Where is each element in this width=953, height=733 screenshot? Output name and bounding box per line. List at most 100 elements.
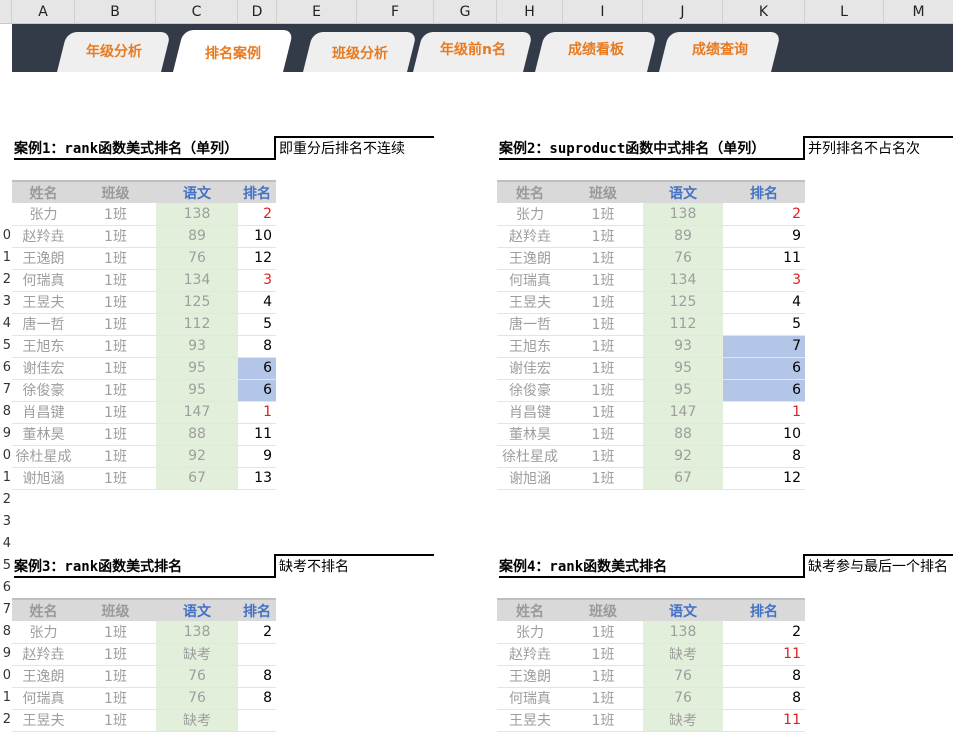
student-name-cell[interactable]: 何瑞真 (497, 269, 563, 292)
column-header[interactable]: H (497, 0, 563, 24)
row-number[interactable]: 3 (0, 511, 11, 533)
tab-score-query-label[interactable]: 成绩查询 (664, 30, 776, 70)
row-number[interactable]: 3 (0, 291, 11, 313)
class-cell[interactable]: 1班 (75, 313, 156, 336)
chinese-score-cell[interactable]: 89 (643, 225, 723, 248)
class-cell[interactable]: 1班 (75, 357, 156, 380)
chinese-score-cell[interactable]: 缺考 (156, 709, 238, 732)
student-name-cell[interactable]: 张力 (497, 621, 563, 644)
class-cell[interactable]: 1班 (75, 269, 156, 292)
column-header[interactable]: I (563, 0, 643, 24)
student-name-cell[interactable]: 王逸朗 (12, 665, 75, 688)
select-all-corner[interactable] (0, 0, 12, 24)
header-class[interactable]: 班级 (75, 180, 156, 203)
column-header[interactable]: F (357, 0, 434, 24)
class-cell[interactable]: 1班 (563, 401, 643, 424)
class-cell[interactable]: 1班 (563, 709, 643, 732)
chinese-score-cell[interactable]: 95 (156, 379, 238, 402)
student-name-cell[interactable]: 谢佳宏 (497, 357, 563, 380)
class-cell[interactable]: 1班 (75, 709, 156, 732)
chinese-score-cell[interactable]: 147 (643, 401, 723, 424)
row-number[interactable]: 8 (0, 401, 11, 423)
chinese-score-cell[interactable]: 92 (643, 445, 723, 468)
student-name-cell[interactable]: 张力 (12, 621, 75, 644)
class-cell[interactable]: 1班 (563, 621, 643, 644)
rank-cell[interactable]: 8 (723, 665, 805, 688)
column-header[interactable]: K (723, 0, 805, 24)
chinese-score-cell[interactable]: 92 (156, 445, 238, 468)
class-cell[interactable]: 1班 (563, 247, 643, 270)
student-name-cell[interactable]: 谢旭涵 (12, 467, 75, 490)
student-name-cell[interactable]: 王昱夫 (497, 291, 563, 314)
rank-cell[interactable]: 4 (723, 291, 805, 314)
chinese-score-cell[interactable]: 112 (156, 313, 238, 336)
row-number[interactable]: 1 (0, 687, 11, 709)
chinese-score-cell[interactable]: 95 (156, 357, 238, 380)
student-name-cell[interactable]: 赵羚垚 (497, 643, 563, 666)
class-cell[interactable]: 1班 (75, 247, 156, 270)
header-name[interactable]: 姓名 (12, 598, 75, 621)
class-cell[interactable]: 1班 (75, 621, 156, 644)
chinese-score-cell[interactable]: 89 (156, 225, 238, 248)
chinese-score-cell[interactable]: 112 (643, 313, 723, 336)
chinese-score-cell[interactable]: 93 (643, 335, 723, 358)
class-cell[interactable]: 1班 (563, 379, 643, 402)
row-number[interactable]: 9 (0, 423, 11, 445)
class-cell[interactable]: 1班 (563, 269, 643, 292)
class-cell[interactable]: 1班 (75, 445, 156, 468)
student-name-cell[interactable]: 何瑞真 (497, 687, 563, 710)
row-number[interactable]: 1 (0, 247, 11, 269)
column-header[interactable]: J (643, 0, 723, 24)
class-cell[interactable]: 1班 (75, 687, 156, 710)
student-name-cell[interactable]: 何瑞真 (12, 687, 75, 710)
column-header[interactable]: E (277, 0, 357, 24)
rank-cell[interactable] (238, 709, 276, 732)
row-number[interactable]: 2 (0, 489, 11, 511)
chinese-score-cell[interactable]: 134 (643, 269, 723, 292)
header-rank[interactable]: 排名 (238, 180, 276, 203)
class-cell[interactable]: 1班 (563, 445, 643, 468)
row-number[interactable]: 5 (0, 335, 11, 357)
header-rank[interactable]: 排名 (238, 598, 276, 621)
rank-cell[interactable]: 10 (723, 423, 805, 446)
student-name-cell[interactable]: 谢佳宏 (12, 357, 75, 380)
rank-cell[interactable]: 3 (723, 269, 805, 292)
rank-cell[interactable]: 2 (238, 621, 276, 644)
student-name-cell[interactable]: 徐杜星成 (497, 445, 563, 468)
class-cell[interactable]: 1班 (563, 687, 643, 710)
rank-cell[interactable]: 12 (723, 467, 805, 490)
rank-cell[interactable]: 3 (238, 269, 276, 292)
chinese-score-cell[interactable]: 138 (643, 203, 723, 226)
rank-cell[interactable]: 9 (238, 445, 276, 468)
chinese-score-cell[interactable]: 76 (156, 665, 238, 688)
rank-cell[interactable]: 11 (723, 643, 805, 666)
rank-cell[interactable]: 2 (723, 621, 805, 644)
chinese-score-cell[interactable]: 95 (643, 379, 723, 402)
header-name[interactable]: 姓名 (12, 180, 75, 203)
header-class[interactable]: 班级 (75, 598, 156, 621)
class-cell[interactable]: 1班 (563, 467, 643, 490)
class-cell[interactable]: 1班 (75, 423, 156, 446)
rank-cell[interactable]: 10 (238, 225, 276, 248)
tab-class-analysis-label[interactable]: 班级分析 (308, 34, 412, 74)
class-cell[interactable]: 1班 (563, 665, 643, 688)
rank-cell[interactable]: 4 (238, 291, 276, 314)
tab-score-board-label[interactable]: 成绩看板 (540, 30, 652, 70)
student-name-cell[interactable]: 谢旭涵 (497, 467, 563, 490)
chinese-score-cell[interactable]: 88 (156, 423, 238, 446)
row-number[interactable]: 0 (0, 225, 11, 247)
tab-grade-top-n-label[interactable]: 年级前n名 (418, 30, 528, 70)
header-chinese[interactable]: 语文 (156, 180, 238, 203)
tab-grade-analysis-label[interactable]: 年级分析 (62, 32, 166, 72)
student-name-cell[interactable]: 王旭东 (12, 335, 75, 358)
chinese-score-cell[interactable]: 缺考 (643, 643, 723, 666)
header-rank[interactable]: 排名 (723, 598, 805, 621)
class-cell[interactable]: 1班 (75, 379, 156, 402)
class-cell[interactable]: 1班 (563, 643, 643, 666)
class-cell[interactable]: 1班 (563, 313, 643, 336)
class-cell[interactable]: 1班 (75, 401, 156, 424)
student-name-cell[interactable]: 董林昊 (12, 423, 75, 446)
student-name-cell[interactable]: 王昱夫 (497, 709, 563, 732)
class-cell[interactable]: 1班 (563, 335, 643, 358)
rank-cell[interactable]: 12 (238, 247, 276, 270)
